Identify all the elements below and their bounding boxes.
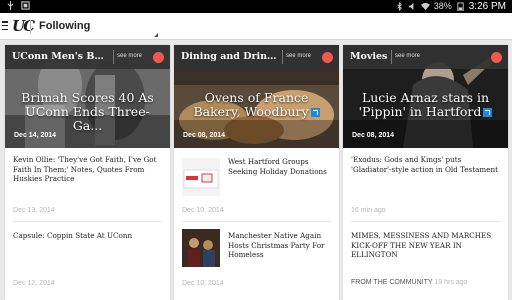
external-link-icon [310,108,320,117]
list-item[interactable]: Kevin Ollie: 'They've Got Faith, I've Go… [13,155,162,184]
dropdown-indicator-icon[interactable] [154,33,158,37]
topic-card-movies: Movies see more Lucie Arnaz stars in 'Pi… [343,45,508,300]
status-bar: 38% 3:26 PM [0,0,512,13]
item-date: Dec 13, 2014 [13,207,55,214]
hero-title: Ovens of France Bakery, Woodbury [180,91,333,119]
item-title: MIMES, MESSINESS AND MARCHES KICK-OFF TH… [351,231,492,259]
topic-card-uconn: UConn Men's Bas... see more Brimah Score… [5,45,170,300]
donation-card-image [182,158,220,196]
hero-date: Dec 14, 2014 [14,132,57,139]
list-item[interactable]: Capsule: Coppin State At UConn [13,231,162,241]
battery-icon [457,2,464,11]
item-title: Capsule: Coppin State At UConn [13,231,133,240]
list-item[interactable]: 'Exodus: Gods and Kings' puts 'Gladiator… [351,155,500,174]
item-thumbnail[interactable] [182,229,220,267]
hero-title: Brimah Scores 40 As UConn Ends Three-Ga.… [21,90,154,133]
hero-title: Lucie Arnaz stars in 'Pippin' in Hartfor… [349,91,502,119]
unfollow-dot-icon[interactable] [322,52,333,63]
menu-icon[interactable] [2,21,8,31]
item-date: 19 hrs ago [434,279,468,286]
card-header[interactable]: Dining and Drinki... see more [174,45,339,69]
card-category: Dining and Drinki... [181,51,279,62]
bluetooth-icon [397,2,402,11]
item-date: Dec 10, 2014 [182,280,224,287]
screenshot-icon [21,1,30,10]
divider [30,20,31,34]
clock: 3:26 PM [468,1,506,12]
item-title[interactable]: West Hartford Groups Seeking Holiday Don… [228,157,331,176]
card-category: UConn Men's Bas... [12,51,110,62]
item-thumbnail[interactable] [182,158,220,196]
hero-date: Dec 08, 2014 [183,132,226,139]
card-header[interactable]: Movies see more [343,45,508,69]
hero-date: Dec 08, 2014 [352,132,395,139]
list-item[interactable]: MIMES, MESSINESS AND MARCHES KICK-OFF TH… [351,231,500,260]
mute-icon [408,2,414,11]
item-title[interactable]: Manchester Native Again Hosts Christmas … [228,231,331,260]
usb-icon [7,1,14,10]
item-title: 'Exodus: Gods and Kings' puts 'Gladiator… [351,155,498,174]
item-date: 16 min ago [351,207,386,214]
unfollow-dot-icon[interactable] [491,52,502,63]
see-more-link[interactable]: see more [395,53,420,59]
card-header[interactable]: UConn Men's Bas... see more [5,45,170,69]
external-link-icon [483,108,493,117]
item-date: Dec 10, 2014 [182,207,224,214]
item-source: FROM THE COMMUNITY 19 hrs ago [351,279,468,286]
item-date: Dec 12, 2014 [13,280,55,287]
party-photo-image [182,229,220,267]
see-more-link[interactable]: see more [117,53,142,59]
page-title: Following [39,20,91,32]
app-bar: UC Following [0,13,512,40]
topic-card-dining: Dining and Drinki... see more Ovens of F… [174,45,339,300]
unfollow-dot-icon[interactable] [153,52,164,63]
wifi-icon [420,2,430,11]
item-title: Kevin Ollie: 'They've Got Faith, I've Go… [13,155,157,183]
see-more-link[interactable]: see more [286,53,311,59]
battery-percent: 38% [433,1,452,11]
